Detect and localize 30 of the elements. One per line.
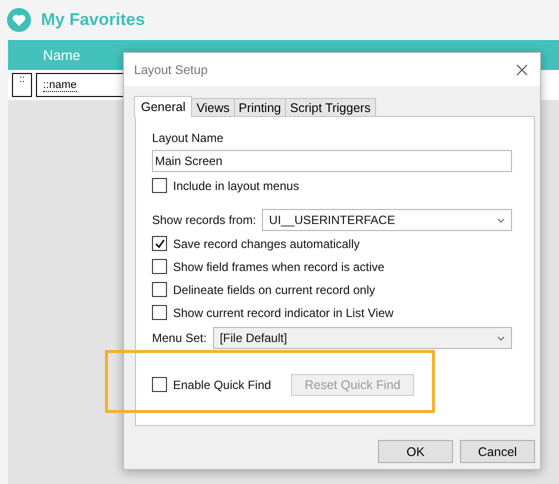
tab[interactable]: Script Triggers — [285, 98, 376, 116]
checkbox-label: Show current record indicator in List View — [173, 306, 394, 320]
checkbox[interactable] — [152, 282, 167, 297]
checkbox-label: Enable Quick Find — [173, 378, 272, 392]
close-icon[interactable] — [516, 64, 528, 76]
field-label: Show records from: — [152, 213, 256, 227]
dialog-button[interactable]: OK — [378, 440, 453, 463]
tab[interactable]: Printing — [234, 98, 286, 116]
checkbox-label: Show field frames when record is active — [173, 260, 384, 274]
app-title: My Favorites — [41, 10, 145, 30]
checkbox-label: Delineate fields on current record only — [173, 282, 376, 296]
chevron-down-icon — [496, 336, 505, 340]
checkbox[interactable] — [152, 178, 167, 193]
checkbox-label: Save record changes automatically — [173, 236, 360, 250]
checkbox[interactable] — [152, 305, 167, 320]
tab[interactable]: General — [134, 96, 192, 117]
handle-field: :: — [12, 73, 32, 97]
checkbox[interactable] — [152, 236, 167, 251]
checkbox-label: Include in layout menus — [173, 178, 300, 192]
field-label: Layout Name — [152, 131, 224, 145]
checkbox[interactable] — [152, 377, 167, 392]
dialog-title: Layout Setup — [134, 62, 208, 76]
dialog-button[interactable]: Cancel — [460, 440, 535, 463]
checkbox[interactable] — [152, 259, 167, 274]
menu-set-dropdown[interactable]: [File Default] — [212, 327, 512, 349]
layout-name-field[interactable]: Main Screen — [152, 150, 512, 172]
field-label: Menu Set: — [152, 331, 207, 345]
tab[interactable]: Views — [191, 98, 235, 116]
chevron-down-icon — [497, 218, 506, 222]
records-dropdown[interactable]: UI__USERINTERFACE — [262, 209, 512, 231]
